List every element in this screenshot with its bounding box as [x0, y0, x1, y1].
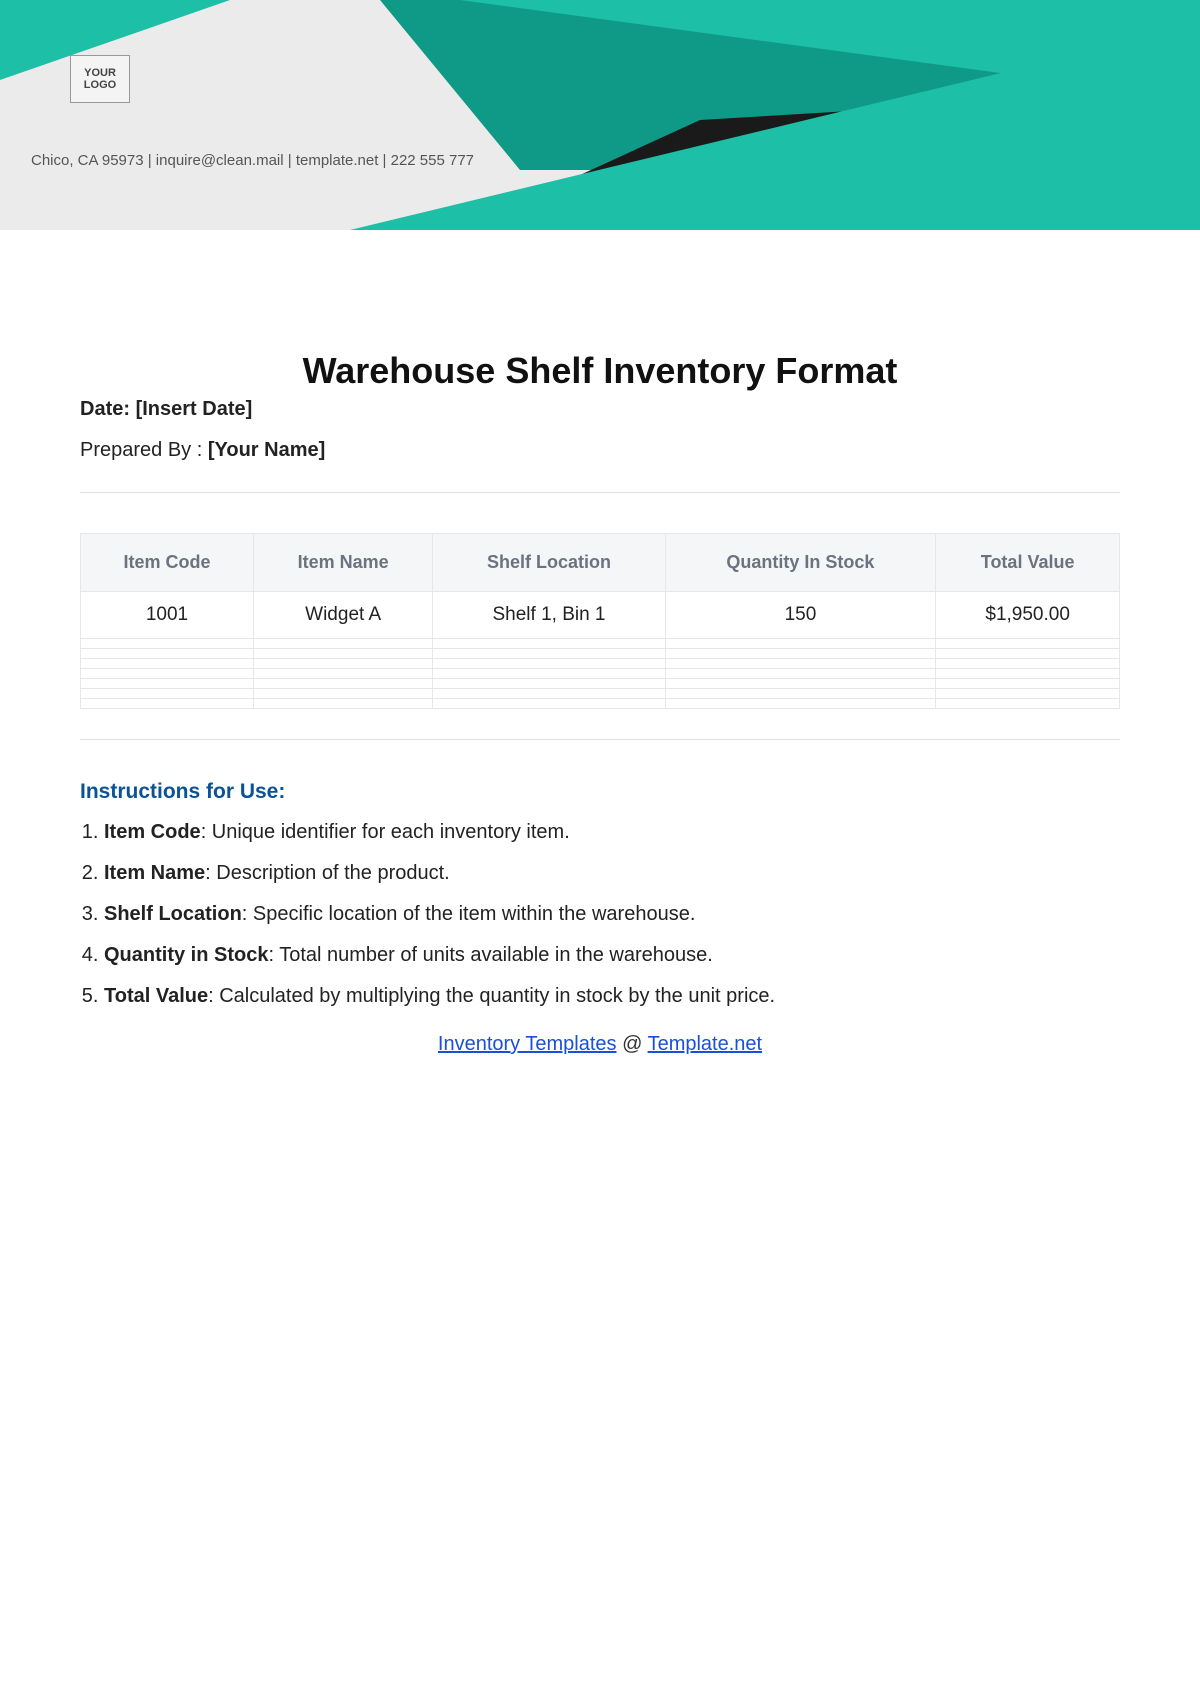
table-row-empty: [81, 699, 1120, 709]
instruction-term: Shelf Location: [104, 903, 242, 925]
instructions-heading: Instructions for Use:: [80, 780, 1120, 804]
table-row-empty: [81, 649, 1120, 659]
empty-cell: [936, 679, 1120, 689]
divider: [80, 739, 1120, 740]
empty-cell: [253, 669, 432, 679]
header-band: YOUR LOGO Chico, CA 95973 | inquire@clea…: [0, 0, 1200, 230]
empty-cell: [81, 649, 254, 659]
empty-cell: [253, 679, 432, 689]
cell-total-value: $1,950.00: [936, 592, 1120, 639]
col-item-name: Item Name: [253, 534, 432, 592]
cell-item-name: Widget A: [253, 592, 432, 639]
date-value: [Insert Date]: [136, 398, 253, 420]
prepared-by-line: Prepared By : [Your Name]: [80, 439, 1120, 462]
divider: [80, 492, 1120, 493]
logo-placeholder: YOUR LOGO: [70, 55, 130, 103]
empty-cell: [936, 639, 1120, 649]
empty-cell: [433, 649, 665, 659]
contact-line: Chico, CA 95973 | inquire@clean.mail | t…: [31, 152, 474, 169]
empty-cell: [665, 639, 936, 649]
empty-cell: [665, 669, 936, 679]
footer-link-line: Inventory Templates @ Template.net: [80, 1033, 1120, 1056]
instruction-item: Shelf Location: Specific location of the…: [104, 900, 1120, 929]
instruction-desc: : Calculated by multiplying the quantity…: [208, 985, 775, 1007]
empty-cell: [253, 659, 432, 669]
instruction-item: Quantity in Stock: Total number of units…: [104, 941, 1120, 970]
table-row: 1001Widget AShelf 1, Bin 1150$1,950.00: [81, 592, 1120, 639]
inventory-templates-link[interactable]: Inventory Templates: [438, 1033, 617, 1055]
date-label: Date:: [80, 398, 130, 420]
instruction-desc: : Specific location of the item within t…: [242, 903, 696, 925]
empty-cell: [936, 699, 1120, 709]
table-header-row: Item Code Item Name Shelf Location Quant…: [81, 534, 1120, 592]
cell-shelf-location: Shelf 1, Bin 1: [433, 592, 665, 639]
empty-cell: [253, 699, 432, 709]
instruction-term: Total Value: [104, 985, 208, 1007]
table-row-empty: [81, 639, 1120, 649]
table-row-empty: [81, 679, 1120, 689]
empty-cell: [665, 649, 936, 659]
empty-cell: [81, 669, 254, 679]
empty-cell: [253, 639, 432, 649]
empty-cell: [936, 669, 1120, 679]
empty-cell: [433, 689, 665, 699]
empty-cell: [936, 649, 1120, 659]
table-row-empty: [81, 689, 1120, 699]
empty-cell: [433, 639, 665, 649]
instruction-desc: : Total number of units available in the…: [268, 944, 712, 966]
instruction-term: Item Code: [104, 821, 201, 843]
instruction-item: Item Code: Unique identifier for each in…: [104, 818, 1120, 847]
empty-cell: [433, 679, 665, 689]
cell-quantity: 150: [665, 592, 936, 639]
instruction-desc: : Unique identifier for each inventory i…: [201, 821, 570, 843]
page-title: Warehouse Shelf Inventory Format: [80, 350, 1120, 392]
table-row-empty: [81, 669, 1120, 679]
empty-cell: [81, 699, 254, 709]
empty-cell: [81, 679, 254, 689]
prepared-by-value: [Your Name]: [208, 439, 325, 461]
empty-cell: [936, 689, 1120, 699]
instruction-desc: : Description of the product.: [205, 862, 450, 884]
inventory-table: Item Code Item Name Shelf Location Quant…: [80, 533, 1120, 709]
empty-cell: [81, 659, 254, 669]
empty-cell: [81, 639, 254, 649]
instruction-item: Item Name: Description of the product.: [104, 859, 1120, 888]
instructions-list: Item Code: Unique identifier for each in…: [80, 818, 1120, 1011]
empty-cell: [936, 659, 1120, 669]
footer-separator: @: [617, 1033, 648, 1055]
empty-cell: [433, 669, 665, 679]
prepared-by-label: Prepared By :: [80, 439, 202, 461]
date-line: Date: [Insert Date]: [80, 398, 1120, 421]
template-net-link[interactable]: Template.net: [648, 1033, 763, 1055]
empty-cell: [253, 689, 432, 699]
instruction-item: Total Value: Calculated by multiplying t…: [104, 982, 1120, 1011]
empty-cell: [253, 649, 432, 659]
col-item-code: Item Code: [81, 534, 254, 592]
header-graphic: [0, 0, 1200, 230]
empty-cell: [665, 699, 936, 709]
empty-cell: [433, 699, 665, 709]
logo-text: YOUR LOGO: [71, 67, 129, 91]
empty-cell: [665, 679, 936, 689]
col-shelf-location: Shelf Location: [433, 534, 665, 592]
cell-item-code: 1001: [81, 592, 254, 639]
instruction-term: Item Name: [104, 862, 205, 884]
document-content: Warehouse Shelf Inventory Format Date: […: [0, 230, 1200, 1056]
instruction-term: Quantity in Stock: [104, 944, 268, 966]
empty-cell: [81, 689, 254, 699]
empty-cell: [665, 689, 936, 699]
col-quantity: Quantity In Stock: [665, 534, 936, 592]
empty-cell: [433, 659, 665, 669]
table-row-empty: [81, 659, 1120, 669]
empty-cell: [665, 659, 936, 669]
col-total-value: Total Value: [936, 534, 1120, 592]
